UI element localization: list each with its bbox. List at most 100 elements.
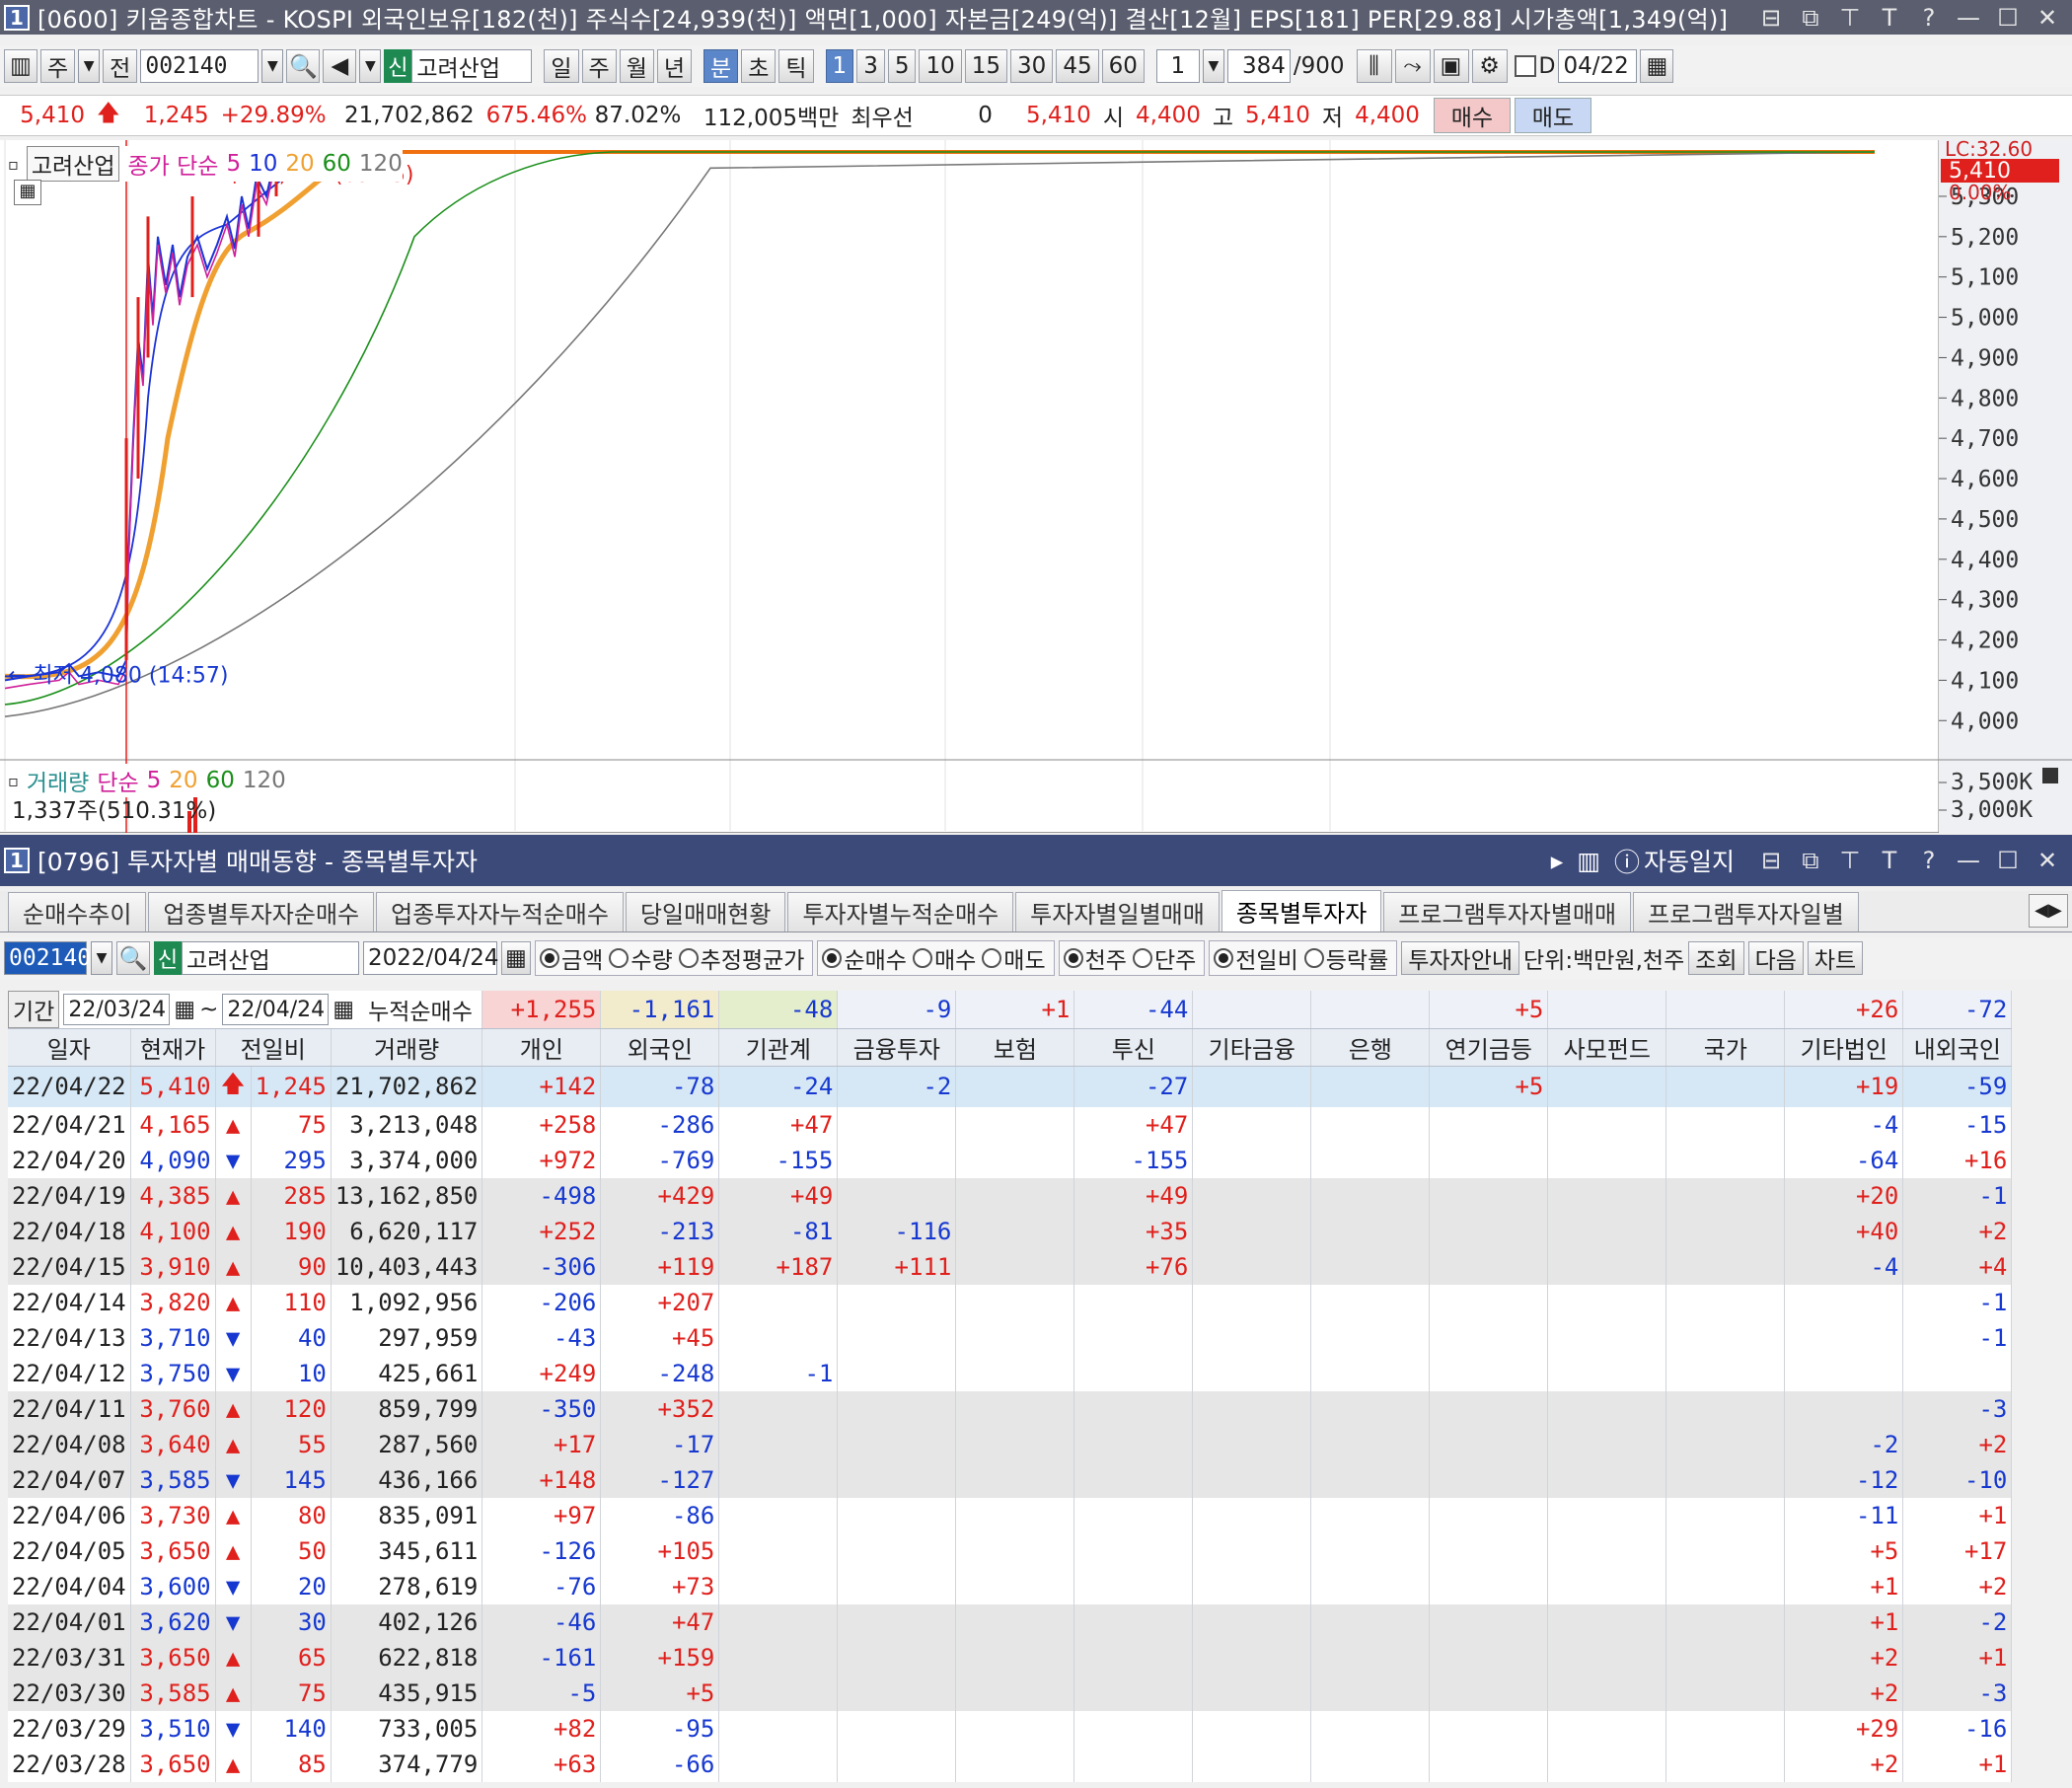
- column-header[interactable]: 기타금융: [1192, 1028, 1312, 1067]
- window-control-6-icon[interactable]: ☐: [1995, 4, 2021, 32]
- window-control-7-icon[interactable]: ✕: [2035, 4, 2060, 32]
- speaker-icon[interactable]: ◀: [323, 49, 357, 83]
- tab-1[interactable]: 업종별투자자순매수: [148, 892, 375, 931]
- interval-button-6[interactable]: 45: [1056, 49, 1099, 83]
- buy-button[interactable]: 매수: [1433, 98, 1511, 133]
- table-row[interactable]: 22/04/14 3,820 ▲ 110 1,092,956 -206 +207 -1: [8, 1284, 2013, 1320]
- stock-code-input[interactable]: 002140: [4, 941, 91, 975]
- table-row[interactable]: 22/04/05 3,650 ▲ 50 345,611 -126 +105 +5 +17: [8, 1532, 2013, 1569]
- period-button-0[interactable]: 일: [544, 49, 579, 83]
- g1-option-0[interactable]: 금액: [540, 941, 603, 975]
- calendar-icon[interactable]: ▦: [1640, 49, 1674, 83]
- column-header[interactable]: 투신: [1073, 1028, 1194, 1067]
- calendar-icon[interactable]: ▦: [333, 997, 354, 1022]
- g2-option-0[interactable]: 순매수: [822, 941, 907, 975]
- close-icon[interactable]: [2042, 768, 2058, 783]
- legend-ma-label[interactable]: 종가 단순: [127, 147, 218, 181]
- interval-button-5[interactable]: 30: [1010, 49, 1054, 83]
- window-control-2-icon[interactable]: ⊤: [1837, 4, 1863, 32]
- info-icon[interactable]: ⓘ: [1614, 843, 1640, 879]
- column-header[interactable]: 연기금등: [1429, 1028, 1549, 1067]
- count-input[interactable]: 1: [1155, 49, 1200, 83]
- chevron-down-icon[interactable]: ▼: [359, 49, 382, 83]
- price-chart[interactable]: 5,3005,2005,1005,0004,9004,8004,7004,600…: [0, 140, 2072, 833]
- save-icon[interactable]: ▣: [1433, 49, 1469, 83]
- layout-icon[interactable]: ▥: [4, 49, 37, 83]
- window-control-1-icon[interactable]: ⧉: [1798, 847, 1823, 874]
- table-row[interactable]: 22/03/28 3,650 ▲ 85 374,779 +63 -66 +2 +1: [8, 1746, 2013, 1782]
- unit-button-0[interactable]: 분: [703, 49, 739, 83]
- g4-option-1[interactable]: 등락률: [1303, 941, 1388, 975]
- column-header[interactable]: 외국인: [600, 1028, 720, 1067]
- table-row[interactable]: 22/04/21 4,165 ▲ 75 3,213,048 +258 -286 +47 +47-…: [8, 1106, 2013, 1143]
- legend-ma-3[interactable]: 60: [323, 151, 351, 177]
- date-checkbox[interactable]: [1514, 55, 1536, 77]
- date-input[interactable]: 04/22: [1558, 49, 1638, 83]
- query-date-input[interactable]: 2022/04/24: [363, 941, 499, 975]
- volume-legend-ma-3[interactable]: 120: [243, 768, 286, 793]
- radio-icon[interactable]: [912, 948, 932, 968]
- price-chart-panel[interactable]: 5,300 5,200 5,100 5,000 4,900 4,800 4,700 4,600…: [0, 140, 2072, 833]
- window-control-0-icon[interactable]: ⊟: [1758, 4, 1784, 32]
- legend-ma-2[interactable]: 20: [285, 151, 314, 177]
- legend-ma-1[interactable]: 10: [249, 151, 277, 177]
- radio-icon[interactable]: [982, 948, 1002, 968]
- interval-button-2[interactable]: 5: [887, 49, 917, 83]
- chevron-down-icon[interactable]: ▼: [261, 49, 284, 83]
- tab-7[interactable]: 프로그램투자자별매매: [1383, 892, 1632, 931]
- interval-button-7[interactable]: 60: [1101, 49, 1145, 83]
- column-header[interactable]: 전일비: [215, 1028, 332, 1067]
- window-control-3-icon[interactable]: T: [1877, 847, 1902, 874]
- unit-button-1[interactable]: 초: [741, 49, 777, 83]
- interval-button-4[interactable]: 15: [964, 49, 1008, 83]
- column-header[interactable]: 개인: [481, 1028, 602, 1067]
- column-header[interactable]: 기타법인: [1784, 1028, 1904, 1067]
- table-row[interactable]: 22/04/18 4,100 ▲ 190 6,620,117 +252 -213 -81 -11…: [8, 1213, 2013, 1249]
- g3-option-1[interactable]: 단주: [1132, 941, 1196, 975]
- calendar-icon[interactable]: ▦: [501, 941, 531, 975]
- radio-icon[interactable]: [540, 948, 559, 968]
- chevron-down-icon[interactable]: ▼: [78, 49, 101, 83]
- sell-button[interactable]: 매도: [1514, 98, 1591, 133]
- radio-icon[interactable]: [609, 948, 629, 968]
- g3-option-0[interactable]: 천주: [1063, 941, 1127, 975]
- interval-button-1[interactable]: 3: [856, 49, 885, 83]
- chart-button[interactable]: 차트: [1807, 941, 1864, 975]
- table-row[interactable]: 22/04/12 3,750 ▼ 10 425,661 +249 -248 -1: [8, 1355, 2013, 1391]
- legend-toggle-icon[interactable]: ▫: [8, 772, 19, 790]
- table-row[interactable]: 22/03/31 3,650 ▲ 65 622,818 -161 +159 +2 +1: [8, 1639, 2013, 1676]
- column-header[interactable]: 일자: [8, 1028, 131, 1067]
- table-row[interactable]: 22/04/13 3,710 ▼ 40 297,959 -43 +45 -1: [8, 1319, 2013, 1356]
- table-row[interactable]: 22/04/19 4,385 ▲ 285 13,162,850 -498 +429 +49 +4…: [8, 1177, 2013, 1214]
- legend-ma-0[interactable]: 5: [226, 151, 241, 177]
- legend-stock-name[interactable]: 고려산업: [26, 146, 120, 182]
- volume-legend-ma-1[interactable]: 20: [169, 768, 197, 793]
- window-control-4-icon[interactable]: ?: [1916, 4, 1942, 32]
- memo-icon[interactable]: ▥: [1577, 847, 1600, 875]
- radio-icon[interactable]: [1214, 948, 1234, 968]
- table-row[interactable]: 22/04/06 3,730 ▲ 80 835,091 +97 -86 -11 +1: [8, 1497, 2013, 1533]
- calendar-icon[interactable]: ▦: [174, 997, 195, 1022]
- interval-button-0[interactable]: 1: [825, 49, 854, 83]
- period-button-3[interactable]: 년: [656, 49, 693, 83]
- tab-2[interactable]: 업종투자자누적순매수: [376, 892, 624, 931]
- interval-button-3[interactable]: 10: [919, 49, 962, 83]
- window-control-5-icon[interactable]: —: [1956, 4, 1981, 32]
- window-control-4-icon[interactable]: ?: [1916, 847, 1942, 874]
- window-number-badge[interactable]: 1: [4, 848, 30, 873]
- volume-legend-ma-0[interactable]: 5: [147, 768, 162, 793]
- window-control-6-icon[interactable]: ☐: [1995, 847, 2021, 874]
- legend-toggle-icon[interactable]: ▫: [8, 155, 19, 174]
- table-row[interactable]: 22/04/04 3,600 ▼ 20 278,619 -76 +73 +1 +2: [8, 1568, 2013, 1604]
- trend-icon[interactable]: ⤳: [1394, 49, 1431, 83]
- column-header[interactable]: 사모펀드: [1547, 1028, 1667, 1067]
- search-icon[interactable]: 🔍: [286, 49, 321, 83]
- query-button[interactable]: 조회: [1688, 941, 1744, 975]
- range-input[interactable]: 384: [1226, 49, 1291, 83]
- tab-6[interactable]: 종목별투자자: [1221, 890, 1382, 931]
- tab-scroll-icon[interactable]: ◀▶: [2029, 894, 2068, 928]
- table-row[interactable]: 22/04/08 3,640 ▲ 55 287,560 +17 -17 -2 +2: [8, 1426, 2013, 1462]
- table-icon[interactable]: ▦: [14, 180, 41, 205]
- table-row[interactable]: 22/04/11 3,760 ▲ 120 859,799 -350 +352 -3: [8, 1390, 2013, 1427]
- g1-option-1[interactable]: 수량: [609, 941, 673, 975]
